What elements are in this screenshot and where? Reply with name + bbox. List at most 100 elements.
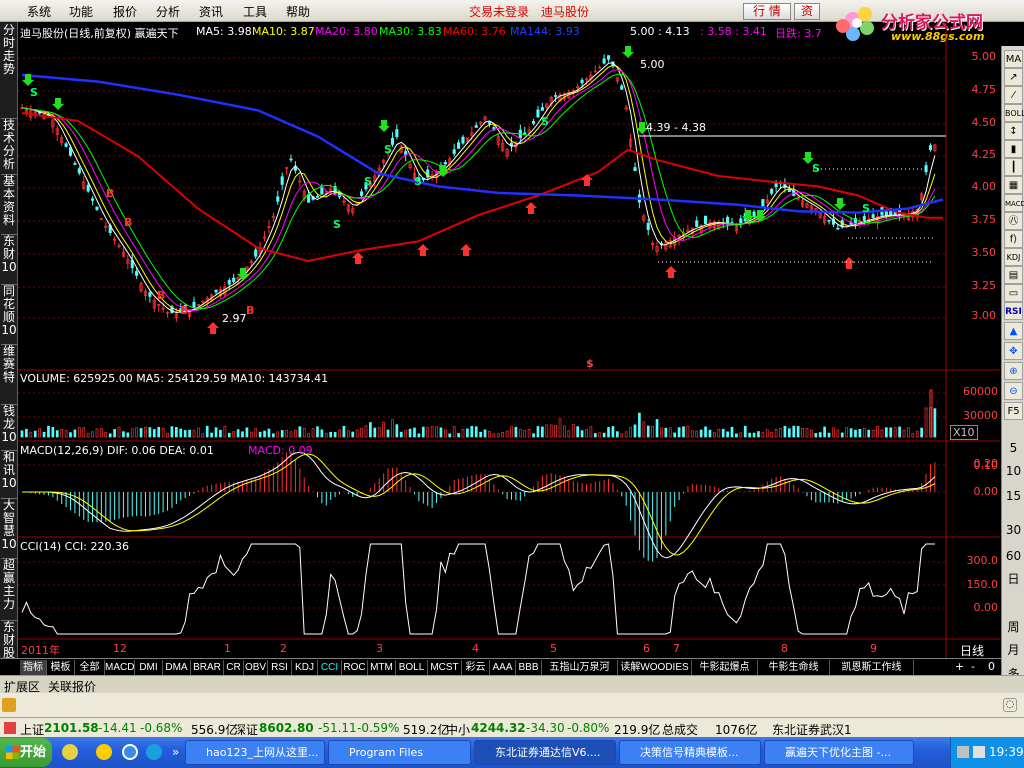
tool-grid-icon[interactable]: ▦ [1004, 176, 1023, 194]
tab-tonghuashun[interactable]: 同花顺10 [1, 284, 17, 337]
indicator-tab-6[interactable]: BRAR [191, 660, 224, 675]
task-optimize-chart[interactable]: 赢遍天下优化主图 -... [764, 740, 914, 765]
indicator-tab-2[interactable]: 全部 [75, 660, 105, 675]
task-hao123[interactable]: hao123_上网从这里... [185, 740, 325, 765]
current-stock-name[interactable]: 迪马股份 [541, 3, 589, 20]
menu-analysis[interactable]: 分析 [156, 3, 180, 20]
tool-move-icon[interactable]: ✥ [1004, 342, 1023, 360]
candle-body [227, 280, 231, 285]
period-5[interactable]: 5 [1004, 441, 1023, 455]
indicator-tab-0[interactable]: 指标 [20, 660, 47, 675]
indicator-tab-22[interactable]: 牛影生命线 [758, 660, 830, 675]
indicator-tab-1[interactable]: 模板 [47, 660, 75, 675]
task-decision-template[interactable]: 决策信号精典模板... [619, 740, 761, 765]
indicator-tab-11[interactable]: CCI [318, 660, 342, 675]
indicator-tab-19[interactable]: 五指山万泉河 [542, 660, 618, 675]
indicator-tab-3[interactable]: MACD [105, 660, 135, 675]
index-plus-button[interactable]: + [955, 660, 964, 673]
menu-function[interactable]: 功能 [69, 3, 93, 20]
period-15[interactable]: 15 [1004, 489, 1023, 503]
task-program-files[interactable]: Program Files [328, 740, 471, 765]
tool-stat-icon[interactable]: ㊇ [1004, 212, 1023, 230]
volume-bar [223, 426, 227, 438]
tool-arrow-icon[interactable]: ↕ [1004, 122, 1023, 140]
indicator-tab-14[interactable]: BOLL [396, 660, 428, 675]
volume-bar [311, 428, 315, 438]
volume-bar [342, 425, 346, 438]
indicator-tab-10[interactable]: KDJ [292, 660, 318, 675]
menu-tools[interactable]: 工具 [243, 3, 267, 20]
indicator-tab-13[interactable]: MTM [368, 660, 396, 675]
indicator-tab-4[interactable]: DMI [135, 660, 163, 675]
tab-chaoying[interactable]: 超赢主力 [1, 558, 17, 611]
volume-bar [126, 432, 130, 438]
period-60[interactable]: 60 [1004, 549, 1023, 563]
tab-hexun[interactable]: 和讯10 [1, 450, 17, 490]
indicator-tab-21[interactable]: 牛影起爆点 [692, 660, 758, 675]
tool-ma[interactable]: MA [1004, 50, 1023, 68]
indicator-tab-12[interactable]: ROC [342, 660, 368, 675]
indicator-tab-18[interactable]: BBB [516, 660, 542, 675]
tool-macd[interactable]: MACD [1004, 194, 1024, 212]
period-week[interactable]: 周 [1004, 618, 1023, 635]
tool-ruler-icon[interactable]: ▭ [1004, 284, 1023, 302]
tray-volume-icon[interactable] [973, 746, 985, 758]
indicator-tab-9[interactable]: RSI [268, 660, 292, 675]
indicator-tab-8[interactable]: OBV [244, 660, 268, 675]
tool-f-icon[interactable]: f⟩ [1004, 230, 1023, 248]
quicklaunch-more-icon[interactable]: » [172, 745, 179, 759]
indicator-tab-16[interactable]: 彩云 [462, 660, 490, 675]
index-zero-button[interactable]: 0 [988, 660, 995, 673]
quicklaunch-media-icon[interactable] [146, 744, 162, 760]
scroll-icon[interactable]: ◌ [1003, 698, 1017, 712]
tab-fundamentals[interactable]: 基本资料 [1, 174, 17, 227]
period-month[interactable]: 月 [1004, 641, 1023, 658]
trade-login-status[interactable]: 交易未登录 [469, 3, 529, 20]
quicklaunch-qq-icon[interactable] [62, 744, 78, 760]
tab-intraday[interactable]: 分时走势 [1, 24, 17, 76]
quicklaunch-penguin-icon[interactable] [96, 744, 112, 760]
tab-qianlong[interactable]: 钱龙10 [1, 404, 17, 444]
menu-quote[interactable]: 报价 [113, 3, 137, 20]
task-tongdaxin[interactable]: 东北证券通达信V6.... [474, 740, 616, 765]
index-minus-button[interactable]: - [971, 660, 975, 673]
tool-candle-icon[interactable]: ┃ [1004, 158, 1023, 176]
period-day[interactable]: 日 [1004, 570, 1023, 587]
tool-rsi[interactable]: RSI [1004, 302, 1023, 320]
menu-info[interactable]: 资讯 [199, 3, 223, 20]
period-30[interactable]: 30 [1004, 523, 1023, 537]
tool-f5[interactable]: F5 [1004, 402, 1023, 420]
indicator-tab-20[interactable]: 读解WOODIES [618, 660, 692, 675]
tool-bar-icon[interactable]: ▮ [1004, 140, 1023, 158]
tool-zoom-in-icon[interactable]: ↗ [1004, 68, 1023, 86]
tray-network-icon[interactable] [957, 746, 969, 758]
tab-tech-analysis[interactable]: 技术分析 [1, 118, 17, 171]
volume-bar [60, 429, 64, 438]
volume-bar [122, 431, 125, 438]
menu-system[interactable]: 系统 [27, 3, 51, 20]
tool-kdj[interactable]: KDJ [1004, 248, 1023, 266]
tool-zoomout-icon[interactable]: ⊖ [1004, 382, 1023, 400]
chart-area[interactable]: BBBBBSSSSSSSS 迪马股份(日线,前复权) 赢遍天下 MA5: 3.9… [18, 22, 1000, 658]
period-10[interactable]: 10 [1004, 464, 1023, 478]
quicklaunch-ie-icon[interactable] [122, 744, 138, 760]
indicator-tab-17[interactable]: AAA [490, 660, 516, 675]
quote-button[interactable]: 行 情 [743, 3, 791, 20]
indicator-tab-7[interactable]: CR [224, 660, 244, 675]
tab-weisaite[interactable]: 维赛特 [1, 344, 17, 384]
tool-zoomin-icon[interactable]: ⊕ [1004, 362, 1023, 380]
tool-line-icon[interactable]: ⁄ [1004, 86, 1023, 104]
tool-up-icon[interactable]: ▲ [1004, 322, 1023, 340]
menu-help[interactable]: 帮助 [286, 3, 310, 20]
tool-boll[interactable]: BOLL [1004, 104, 1024, 122]
indicator-tab-15[interactable]: MCST [428, 660, 462, 675]
tab-dongcai[interactable]: 东财10 [1, 234, 17, 274]
indicator-tab-5[interactable]: DMA [163, 660, 191, 675]
tool-chart-icon[interactable]: ▤ [1004, 266, 1023, 284]
period-label[interactable]: 日线 [960, 642, 984, 659]
indicator-tab-23[interactable]: 凯恩斯工作线 [830, 660, 914, 675]
candle-body [280, 176, 284, 185]
volume-bar [267, 428, 271, 438]
info-button[interactable]: 资 [794, 3, 820, 20]
tab-dazhihui[interactable]: 大智慧10 [1, 498, 17, 551]
